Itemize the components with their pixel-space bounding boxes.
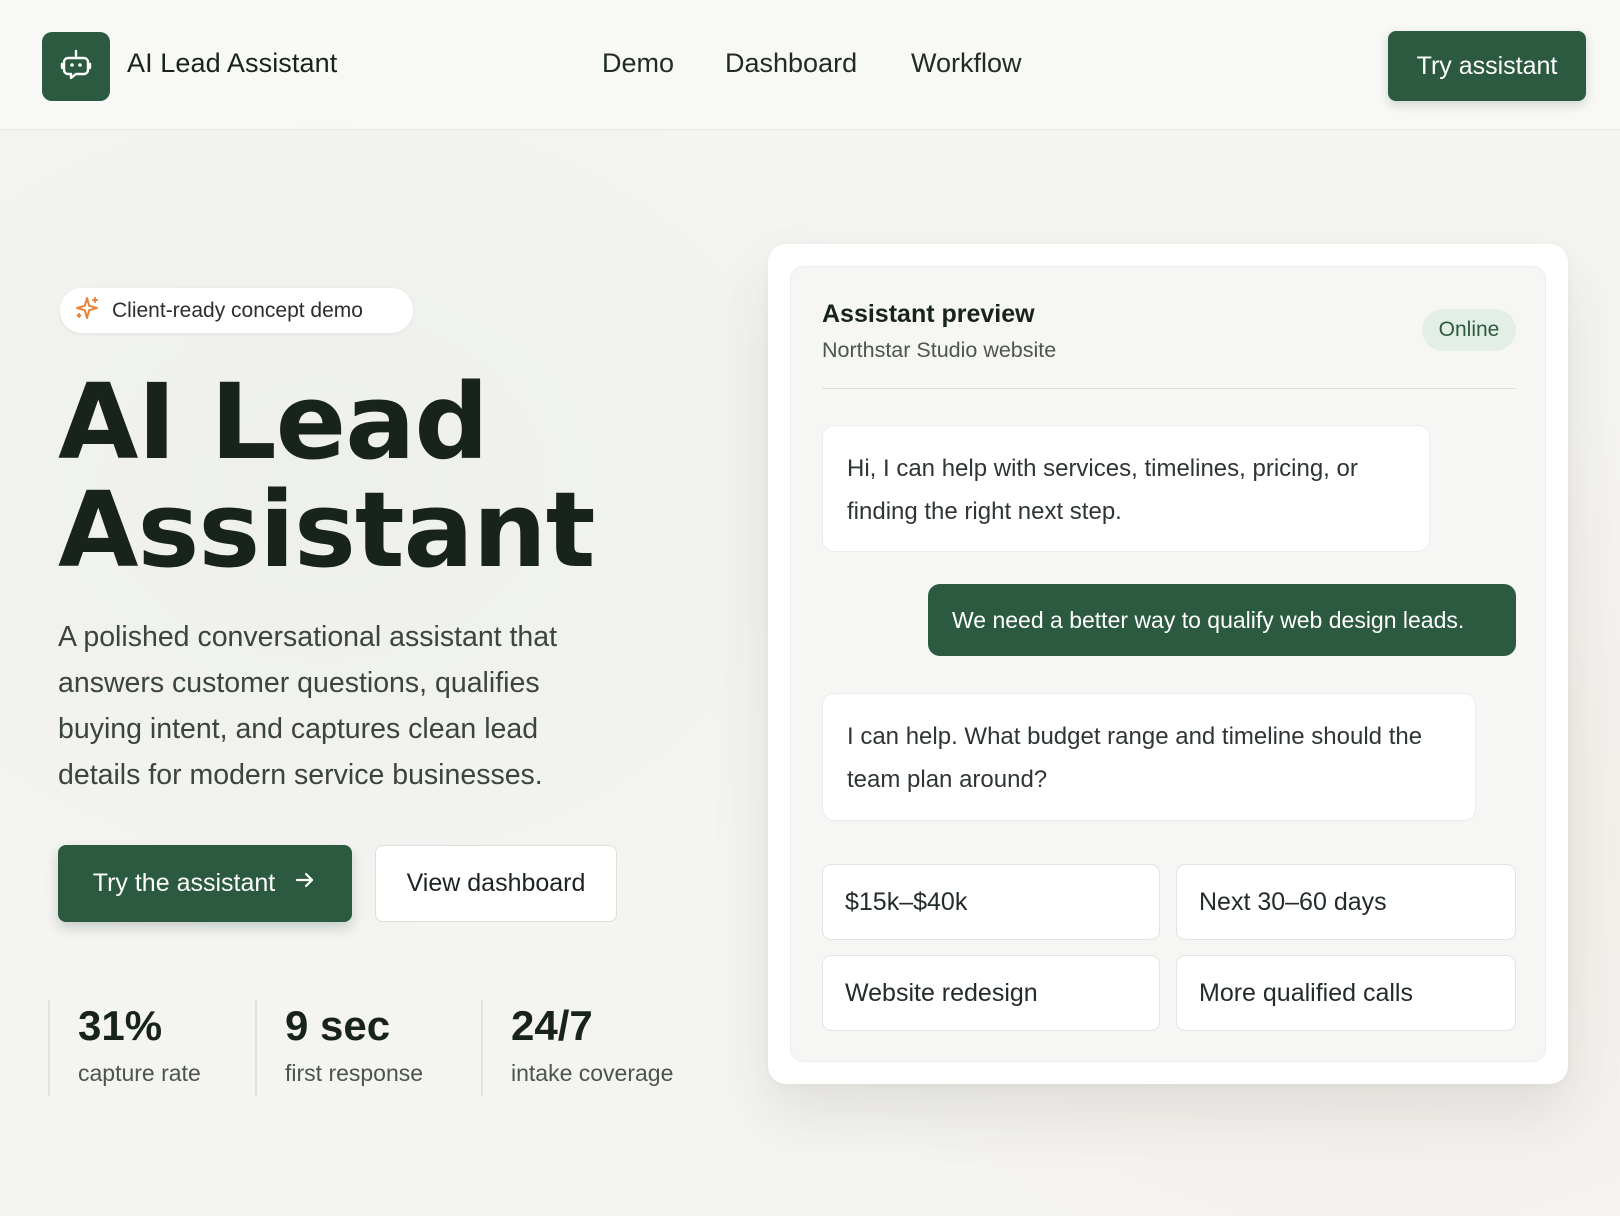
- hero-description: A polished conversational assistant that…: [58, 621, 558, 791]
- hero-title-line-1: AI Lead: [58, 361, 489, 483]
- stat-first-response: 9 sec first response: [255, 1000, 475, 1096]
- sparkle-icon: [74, 295, 100, 326]
- try-assistant-button[interactable]: Try assistant: [1388, 31, 1586, 101]
- stat-label: capture rate: [78, 1060, 201, 1086]
- stat-capture-rate: 31% capture rate: [48, 1000, 248, 1096]
- quick-reply-timeline[interactable]: Next 30–60 days: [1176, 864, 1516, 940]
- assistant-subtitle: Northstar Studio website: [822, 338, 1057, 362]
- pill-label: Client-ready concept demo: [112, 298, 363, 322]
- stat-value: 9 sec: [285, 1002, 391, 1049]
- user-message: We need a better way to qualify web desi…: [928, 584, 1516, 656]
- quick-reply-budget[interactable]: $15k–$40k: [822, 864, 1160, 940]
- card-divider: [822, 388, 1516, 389]
- bot-message: I can help. What budget range and timeli…: [822, 693, 1476, 821]
- stat-value: 24/7: [511, 1002, 593, 1049]
- try-the-assistant-label: Try the assistant: [92, 869, 276, 897]
- stat-intake-coverage: 24/7 intake coverage: [481, 1000, 711, 1096]
- stat-value: 31%: [78, 1002, 163, 1049]
- nav-dashboard[interactable]: Dashboard: [725, 48, 857, 79]
- arrow-right-icon: [293, 868, 317, 899]
- concept-demo-pill: Client-ready concept demo: [60, 288, 413, 333]
- nav-demo[interactable]: Demo: [602, 48, 674, 79]
- online-status-badge: Online: [1422, 309, 1516, 351]
- brand-name[interactable]: AI Lead Assistant: [127, 48, 337, 79]
- brand-logo[interactable]: [42, 32, 110, 101]
- robot-chat-icon: [58, 46, 94, 87]
- hero-title: AI Lead Assistant: [58, 368, 698, 584]
- nav-workflow[interactable]: Workflow: [911, 48, 1022, 79]
- assistant-title: Assistant preview: [822, 300, 1035, 328]
- hero-title-line-2: Assistant: [58, 469, 595, 591]
- stat-label: intake coverage: [511, 1060, 674, 1086]
- stat-label: first response: [285, 1060, 424, 1086]
- bot-message: Hi, I can help with services, timelines,…: [822, 425, 1430, 552]
- quick-reply-project[interactable]: Website redesign: [822, 955, 1160, 1031]
- view-dashboard-button[interactable]: View dashboard: [375, 845, 617, 922]
- top-nav-bar: AI Lead Assistant Demo Dashboard Workflo…: [0, 0, 1620, 130]
- chat-panel: [790, 266, 1546, 1062]
- quick-reply-goal[interactable]: More qualified calls: [1176, 955, 1516, 1031]
- try-the-assistant-button[interactable]: Try the assistant: [58, 845, 352, 922]
